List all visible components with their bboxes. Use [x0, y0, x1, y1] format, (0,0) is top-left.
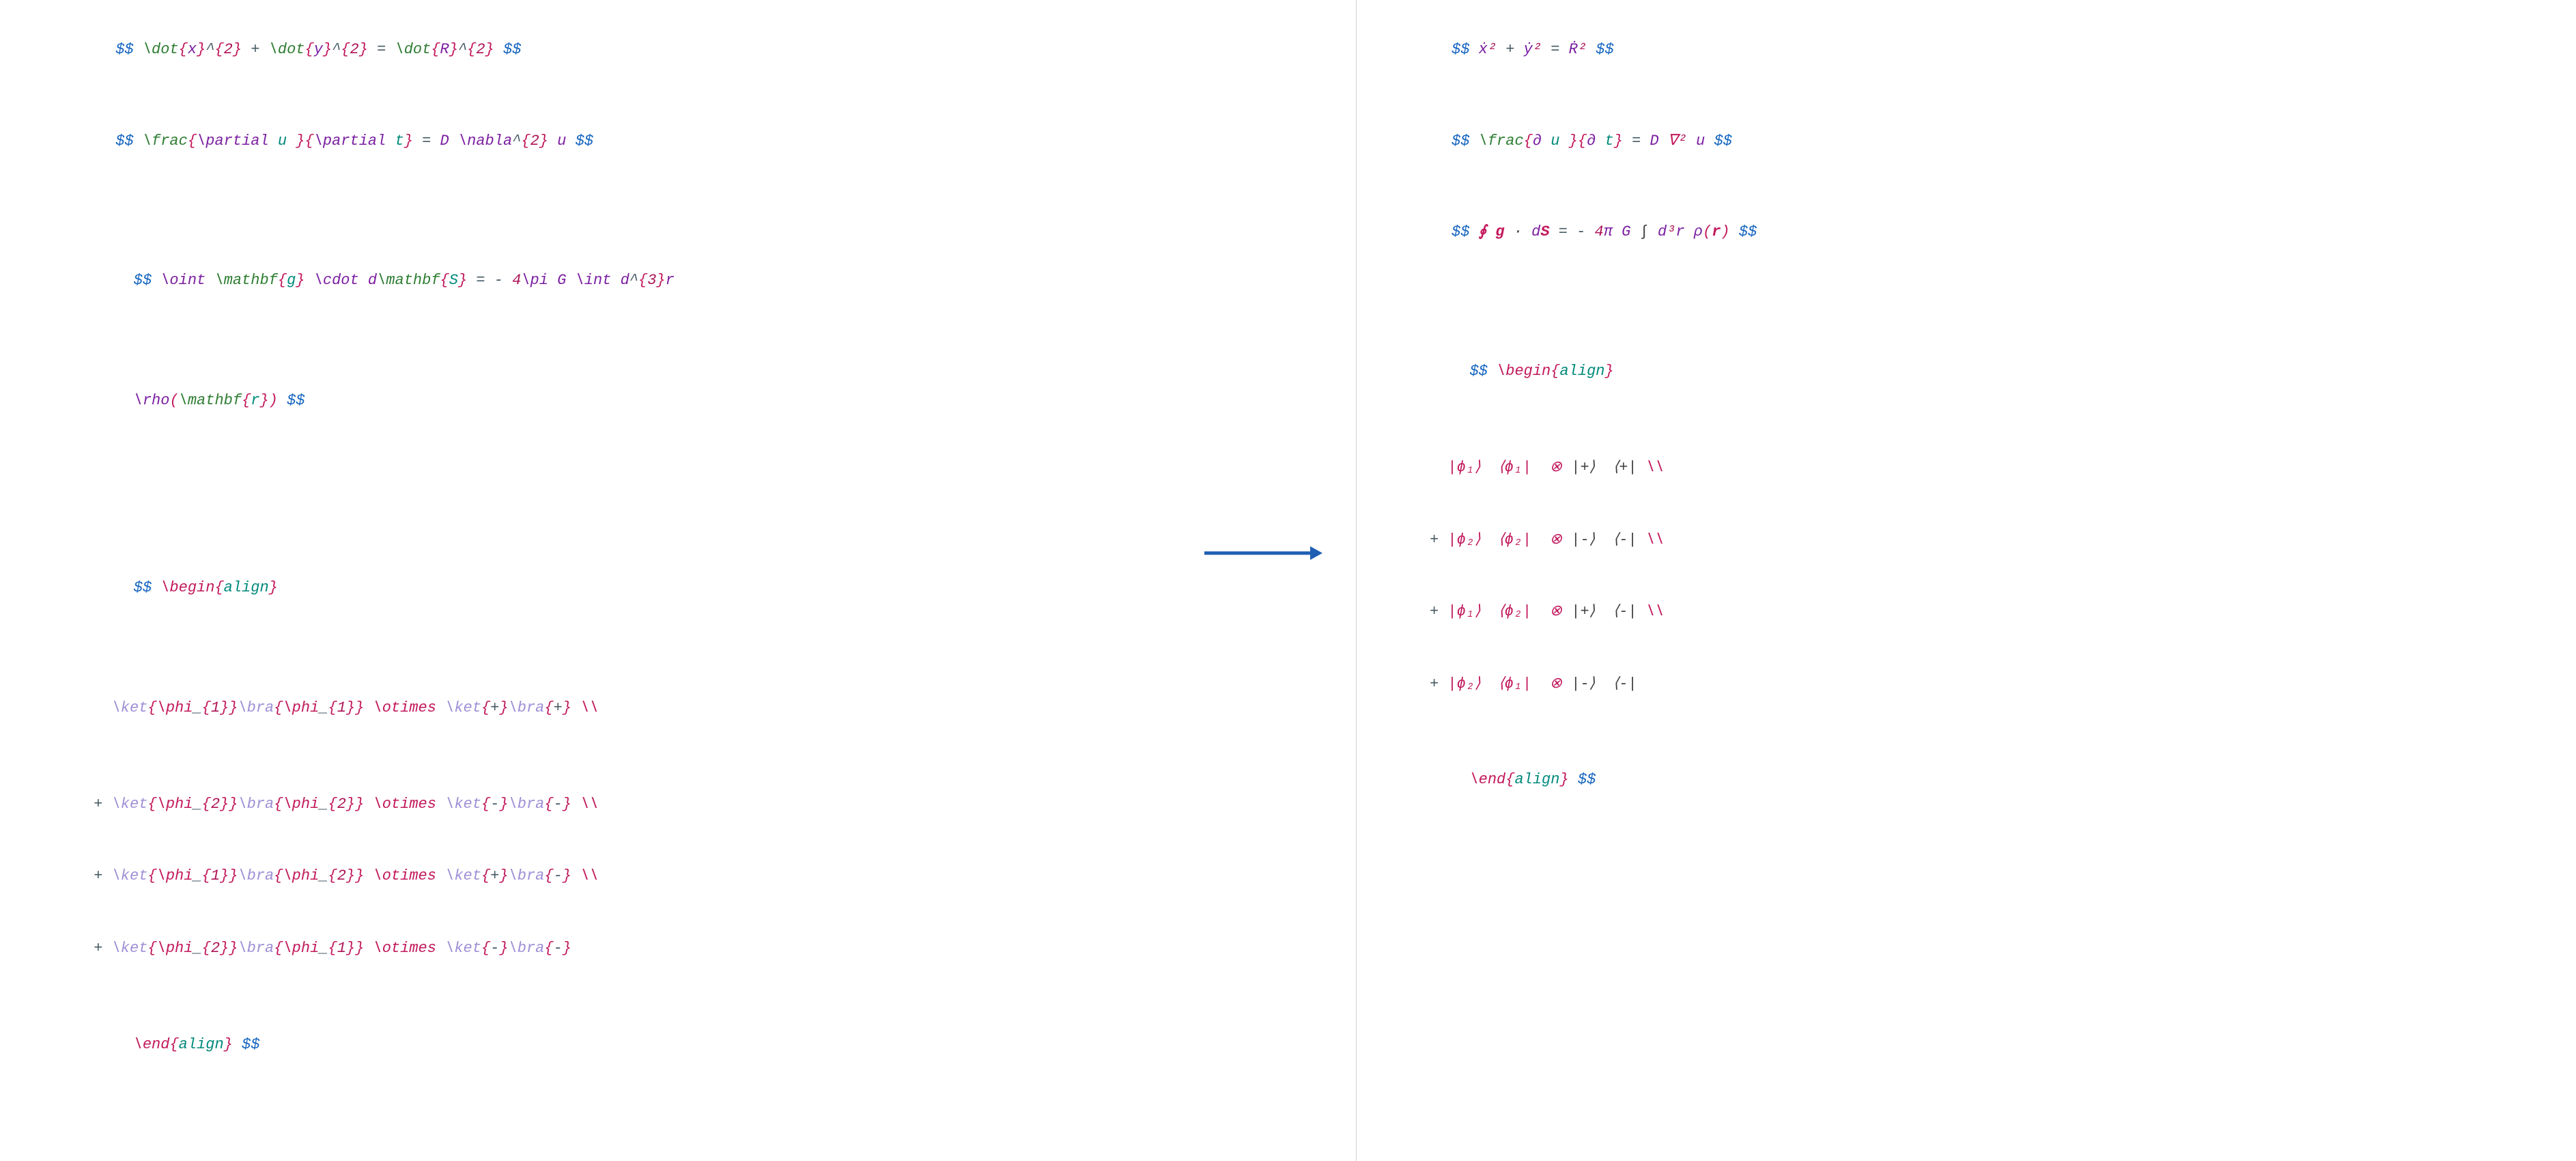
latex-line-2: $$ \frac{\partial u }{\partial t} = D \n… — [61, 105, 1335, 178]
concealed-row-2: + |ϕ₂⟩ ⟨ϕ₂| ⊗ |-⟩ ⟨-| \\ — [1398, 528, 2556, 552]
latex-block-4: $$ \begin{align} \ket{\phi_{1}}\bra{\phi… — [61, 503, 1335, 1128]
oint-icon: ∮ — [1479, 223, 1486, 240]
cmd-oint: \oint — [160, 272, 206, 289]
concealed-block-4: $$ \begin{align} |ϕ₁⟩ ⟨ϕ₁| ⊗ |+⟩ ⟨+| \\ … — [1398, 288, 2556, 865]
concealed-line-3: $$ ∮ g · dS = - 4π G ∫ d³r ρ(r) $$ — [1398, 196, 2556, 268]
concealed-row-4: + |ϕ₂⟩ ⟨ϕ₁| ⊗ |-⟩ ⟨-| — [1398, 672, 2556, 696]
cmd-frac: \frac — [143, 132, 188, 150]
concealed-line-2: $$ \frac{∂ u }{∂ t} = D ∇² u $$ — [1398, 105, 2556, 178]
align-row-2: + \ket{\phi_{2}}\bra{\phi_{2}} \otimes \… — [61, 792, 1335, 816]
cmd-dot: \dot — [143, 41, 179, 58]
align-row-3: + \ket{\phi_{1}}\bra{\phi_{2}} \otimes \… — [61, 864, 1335, 888]
left-pane-latex-source: $$ \dot{x}^{2} + \dot{y}^{2} = \dot{R}^{… — [0, 0, 1356, 1161]
delim-open: $$ — [115, 41, 133, 58]
right-pane-concealed: $$ ẋ² + ẏ² = Ṙ² $$ $$ \frac{∂ u }{∂ t} =… — [1357, 0, 2576, 1161]
latex-line-3: $$ \oint \mathbf{g} \cdot d\mathbf{S} = … — [61, 196, 1335, 484]
comparison-container: $$ \dot{x}^{2} + \dot{y}^{2} = \dot{R}^{… — [0, 0, 2576, 1161]
align-row-4: + \ket{\phi_{2}}\bra{\phi_{1}} \otimes \… — [61, 936, 1335, 960]
concealed-line-1: $$ ẋ² + ẏ² = Ṙ² $$ — [1398, 14, 2556, 86]
align-row-1: \ket{\phi_{1}}\bra{\phi_{1}} \otimes \ke… — [61, 696, 1335, 720]
concealed-row-3: + |ϕ₁⟩ ⟨ϕ₂| ⊗ |+⟩ ⟨-| \\ — [1398, 600, 2556, 624]
latex-line-1: $$ \dot{x}^{2} + \dot{y}^{2} = \dot{R}^{… — [61, 14, 1335, 86]
concealed-row-1: |ϕ₁⟩ ⟨ϕ₁| ⊗ |+⟩ ⟨+| \\ — [1398, 456, 2556, 479]
